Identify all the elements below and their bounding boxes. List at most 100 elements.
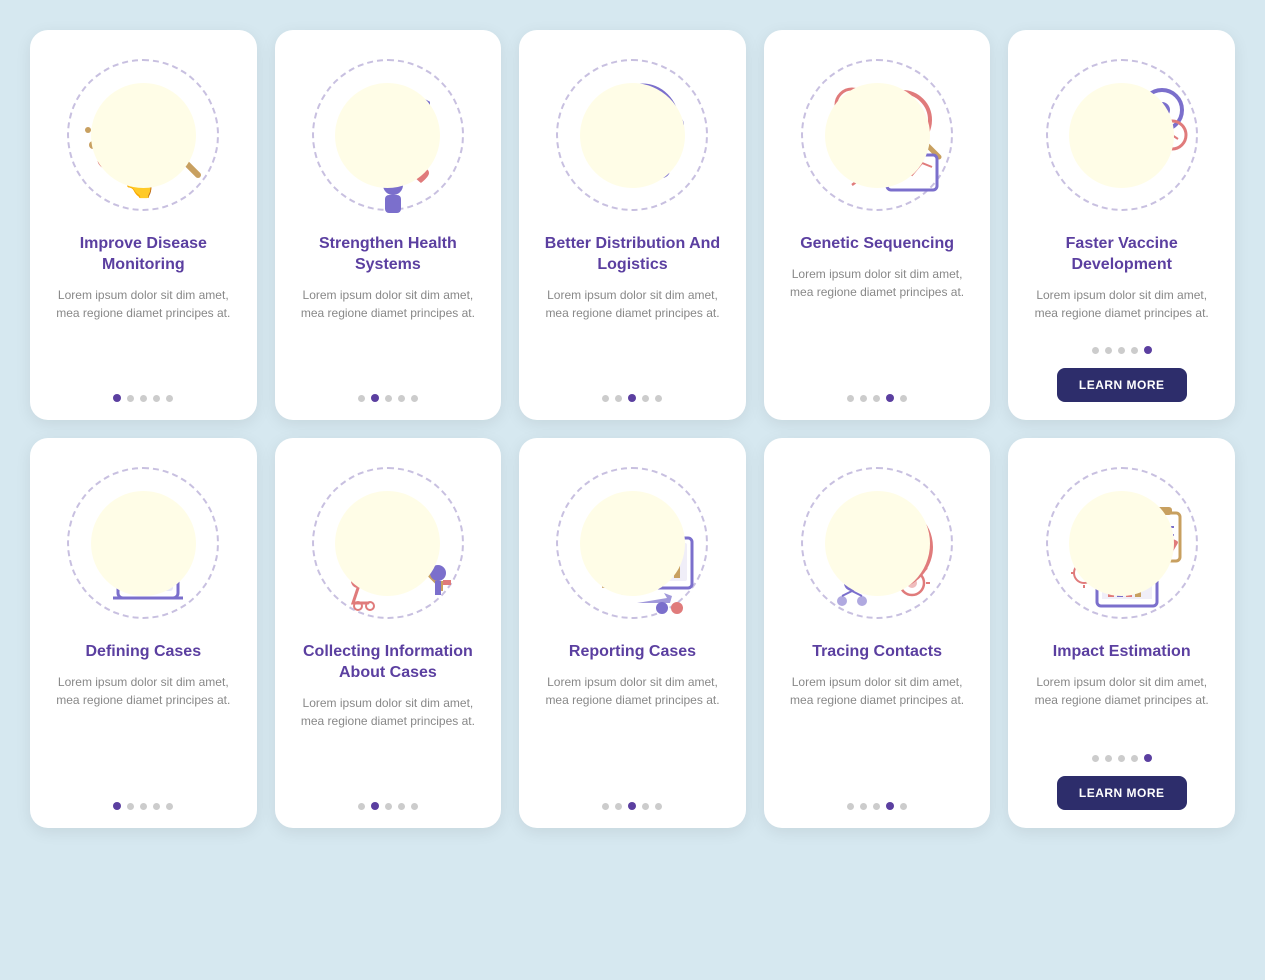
dot-3[interactable] [1118,347,1125,354]
dot-1[interactable] [113,394,121,402]
dot-3[interactable] [385,395,392,402]
dot-2[interactable] [860,395,867,402]
card-body: Lorem ipsum dolor sit dim amet, mea regi… [782,265,973,380]
card-title: Defining Cases [86,642,202,663]
dot-1[interactable] [1092,347,1099,354]
dot-3[interactable] [140,395,147,402]
dot-3[interactable] [873,395,880,402]
inner-circle [580,83,685,188]
pagination-dots [1092,346,1152,354]
dot-3[interactable] [140,803,147,810]
dot-4[interactable] [398,395,405,402]
dot-5[interactable] [900,395,907,402]
dashed-circle [1042,55,1202,215]
dot-1[interactable] [602,803,609,810]
pagination-dots [847,394,907,402]
learn-more-button-2[interactable]: LEARN MORE [1057,776,1187,810]
dashed-circle: i [308,463,468,623]
dot-3[interactable] [628,394,636,402]
dot-2[interactable] [615,395,622,402]
inner-circle [1069,491,1174,596]
dot-2[interactable] [371,802,379,810]
dot-4[interactable] [1131,347,1138,354]
dot-1[interactable] [847,803,854,810]
pagination-dots [113,802,173,810]
dot-5[interactable] [411,803,418,810]
cards-grid: ⚙ 👆 Improve Disease Monitoring Lorem ip [30,30,1235,828]
dot-2[interactable] [860,803,867,810]
dashed-circle [1042,463,1202,623]
dashed-circle [63,463,223,623]
card-title: Impact Estimation [1053,642,1191,663]
dot-4[interactable] [886,802,894,810]
dot-4[interactable] [153,395,160,402]
dot-5[interactable] [166,803,173,810]
dot-4[interactable] [153,803,160,810]
pagination-dots [602,394,662,402]
dot-1[interactable] [602,395,609,402]
dot-4[interactable] [1131,755,1138,762]
card-body: Lorem ipsum dolor sit dim amet, mea regi… [48,286,239,380]
dot-3[interactable] [385,803,392,810]
dot-1[interactable] [113,802,121,810]
card-body: Lorem ipsum dolor sit dim amet, mea regi… [48,673,239,788]
pagination-dots [113,394,173,402]
dot-1[interactable] [358,395,365,402]
card-defining-cases: Defining Cases Lorem ipsum dolor sit dim… [30,438,257,828]
card-body: Lorem ipsum dolor sit dim amet, mea regi… [537,673,728,788]
inner-circle [91,491,196,596]
dot-4[interactable] [642,395,649,402]
dot-2[interactable] [1105,347,1112,354]
card-improve-disease: ⚙ 👆 Improve Disease Monitoring Lorem ip [30,30,257,420]
pagination-dots [1092,754,1152,762]
card-body: Lorem ipsum dolor sit dim amet, mea regi… [782,673,973,788]
dot-4[interactable] [398,803,405,810]
card-reporting-cases: i Reportin [519,438,746,828]
card-strengthen-health: ★ ★ ★ Strengthen Health Systems Lorem ip… [275,30,502,420]
card-icon-area [58,458,228,628]
card-faster-vaccine: Faster Vaccine Development Lorem ipsum d… [1008,30,1235,420]
dot-5[interactable] [411,395,418,402]
dot-2[interactable] [127,395,134,402]
learn-more-button[interactable]: LEARN MORE [1057,368,1187,402]
pagination-dots [847,802,907,810]
dot-4[interactable] [642,803,649,810]
dot-2[interactable] [371,394,379,402]
dot-2[interactable] [615,803,622,810]
card-title: Tracing Contacts [812,642,942,663]
card-icon-area: i [547,458,717,628]
inner-circle [1069,83,1174,188]
pagination-dots [602,802,662,810]
card-title: Better Distribution And Logistics [537,234,728,276]
dot-2[interactable] [127,803,134,810]
card-title: Faster Vaccine Development [1026,234,1217,276]
card-icon-area: ★ ★ ★ [303,50,473,220]
card-title: Improve Disease Monitoring [48,234,239,276]
dashed-circle: ★ ★ ★ [308,55,468,215]
dot-4[interactable] [886,394,894,402]
inner-circle [580,491,685,596]
dot-3[interactable] [1118,755,1125,762]
inner-circle [825,491,930,596]
card-body: Lorem ipsum dolor sit dim amet, mea regi… [1026,673,1217,740]
dot-5[interactable] [1144,346,1152,354]
dot-5[interactable] [1144,754,1152,762]
dot-3[interactable] [873,803,880,810]
dashed-circle [552,55,712,215]
card-icon-area: i [792,50,962,220]
dot-3[interactable] [628,802,636,810]
dashed-circle: i [797,55,957,215]
dot-1[interactable] [1092,755,1099,762]
card-impact-estimation: Impact Estimation Lorem ipsum dolor sit … [1008,438,1235,828]
card-icon-area [792,458,962,628]
dot-1[interactable] [847,395,854,402]
dot-5[interactable] [900,803,907,810]
card-icon-area [1037,458,1207,628]
dot-5[interactable] [655,803,662,810]
pagination-dots [358,394,418,402]
dot-5[interactable] [166,395,173,402]
dot-5[interactable] [655,395,662,402]
dot-2[interactable] [1105,755,1112,762]
card-title: Genetic Sequencing [800,234,954,255]
dot-1[interactable] [358,803,365,810]
